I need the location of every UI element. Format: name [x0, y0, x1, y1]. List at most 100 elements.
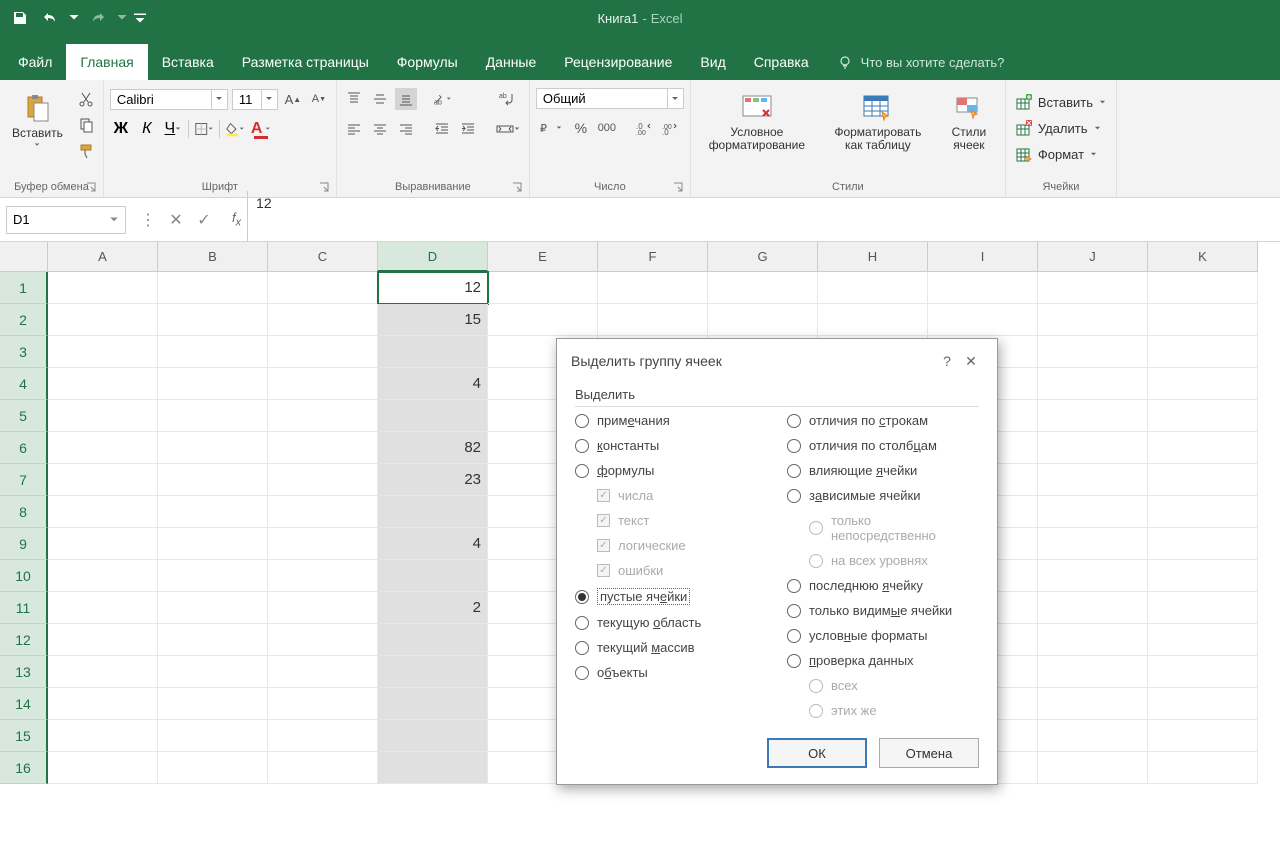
radio-region[interactable]: текущую область — [575, 615, 767, 630]
name-box[interactable]: D1 — [6, 206, 126, 234]
cell-I2[interactable] — [928, 304, 1038, 336]
row-header-3[interactable]: 3 — [0, 336, 48, 368]
cell-A8[interactable] — [48, 496, 158, 528]
tab-view[interactable]: Вид — [686, 44, 739, 80]
formula-bar[interactable]: 12 — [247, 191, 1280, 249]
cell-A7[interactable] — [48, 464, 158, 496]
cell-D5[interactable] — [378, 400, 488, 432]
cell-C15[interactable] — [268, 720, 378, 752]
tab-formulas[interactable]: Формулы — [383, 44, 472, 80]
row-header-4[interactable]: 4 — [0, 368, 48, 400]
cell-D9[interactable]: 4 — [378, 528, 488, 560]
cell-D6[interactable]: 82 — [378, 432, 488, 464]
ok-button[interactable]: ОК — [767, 738, 867, 768]
cell-K1[interactable] — [1148, 272, 1258, 304]
cell-B6[interactable] — [158, 432, 268, 464]
row-header-16[interactable]: 16 — [0, 752, 48, 784]
cell-K12[interactable] — [1148, 624, 1258, 656]
column-header-B[interactable]: B — [158, 242, 268, 272]
dialog-launcher-icon[interactable] — [85, 181, 97, 193]
cell-J15[interactable] — [1038, 720, 1148, 752]
row-header-13[interactable]: 13 — [0, 656, 48, 688]
save-icon[interactable] — [8, 6, 32, 30]
cut-icon[interactable] — [75, 88, 97, 110]
cell-B11[interactable] — [158, 592, 268, 624]
chevron-down-icon[interactable] — [261, 90, 277, 109]
row-header-2[interactable]: 2 — [0, 304, 48, 336]
number-format-input[interactable] — [537, 89, 667, 108]
cell-C12[interactable] — [268, 624, 378, 656]
functions-dropdown-icon[interactable]: ⋮ — [136, 208, 160, 232]
row-header-6[interactable]: 6 — [0, 432, 48, 464]
cell-H2[interactable] — [818, 304, 928, 336]
cell-D3[interactable] — [378, 336, 488, 368]
cell-E2[interactable] — [488, 304, 598, 336]
accounting-format-icon[interactable]: ₽ — [536, 117, 566, 139]
row-header-5[interactable]: 5 — [0, 400, 48, 432]
cell-B12[interactable] — [158, 624, 268, 656]
cell-C9[interactable] — [268, 528, 378, 560]
enter-formula-icon[interactable]: ✓ — [192, 208, 216, 232]
cell-A2[interactable] — [48, 304, 158, 336]
cell-K15[interactable] — [1148, 720, 1258, 752]
decrease-font-icon[interactable]: A▼ — [308, 88, 330, 110]
align-bottom-icon[interactable] — [395, 88, 417, 110]
cell-J6[interactable] — [1038, 432, 1148, 464]
cell-D1[interactable]: 12 — [378, 272, 488, 304]
insert-cells-button[interactable]: Вставить — [1012, 92, 1110, 112]
redo-dropdown-icon[interactable] — [116, 6, 128, 30]
undo-dropdown-icon[interactable] — [68, 6, 80, 30]
radio-notes[interactable]: примечания — [575, 413, 767, 428]
radio-condfmt[interactable]: условные форматы — [787, 628, 979, 643]
cell-A12[interactable] — [48, 624, 158, 656]
font-size-input[interactable] — [233, 90, 261, 109]
column-header-E[interactable]: E — [488, 242, 598, 272]
cell-K4[interactable] — [1148, 368, 1258, 400]
column-header-D[interactable]: D — [378, 242, 488, 272]
cell-A3[interactable] — [48, 336, 158, 368]
tab-home[interactable]: Главная — [66, 44, 147, 80]
merge-center-icon[interactable] — [493, 118, 523, 140]
cell-B4[interactable] — [158, 368, 268, 400]
tab-page-layout[interactable]: Разметка страницы — [228, 44, 383, 80]
cell-B9[interactable] — [158, 528, 268, 560]
cell-B14[interactable] — [158, 688, 268, 720]
cell-J9[interactable] — [1038, 528, 1148, 560]
cell-J7[interactable] — [1038, 464, 1148, 496]
radio-constants[interactable]: константы — [575, 438, 767, 453]
cell-K5[interactable] — [1148, 400, 1258, 432]
cell-B13[interactable] — [158, 656, 268, 688]
cell-D14[interactable] — [378, 688, 488, 720]
increase-decimal-icon[interactable]: .0.00 — [634, 117, 656, 139]
cell-F1[interactable] — [598, 272, 708, 304]
cell-F2[interactable] — [598, 304, 708, 336]
cell-C7[interactable] — [268, 464, 378, 496]
cell-K6[interactable] — [1148, 432, 1258, 464]
close-icon[interactable]: ✕ — [959, 349, 983, 373]
cell-A6[interactable] — [48, 432, 158, 464]
cell-K11[interactable] — [1148, 592, 1258, 624]
column-header-G[interactable]: G — [708, 242, 818, 272]
cell-A15[interactable] — [48, 720, 158, 752]
format-painter-icon[interactable] — [75, 140, 97, 162]
cancel-formula-icon[interactable]: ✕ — [164, 208, 188, 232]
cell-A9[interactable] — [48, 528, 158, 560]
cell-B3[interactable] — [158, 336, 268, 368]
increase-font-icon[interactable]: A▲ — [282, 88, 304, 110]
cell-G1[interactable] — [708, 272, 818, 304]
row-header-11[interactable]: 11 — [0, 592, 48, 624]
cell-C1[interactable] — [268, 272, 378, 304]
column-header-I[interactable]: I — [928, 242, 1038, 272]
column-header-A[interactable]: A — [48, 242, 158, 272]
column-header-C[interactable]: C — [268, 242, 378, 272]
radio-prec[interactable]: влияющие ячейки — [787, 463, 979, 478]
comma-style-icon[interactable]: 000 — [596, 117, 618, 139]
cell-J14[interactable] — [1038, 688, 1148, 720]
row-header-9[interactable]: 9 — [0, 528, 48, 560]
conditional-formatting-button[interactable]: Условное форматирование — [697, 88, 817, 156]
delete-cells-button[interactable]: Удалить — [1012, 118, 1105, 138]
cell-K8[interactable] — [1148, 496, 1258, 528]
cell-B2[interactable] — [158, 304, 268, 336]
cell-B7[interactable] — [158, 464, 268, 496]
chevron-down-icon[interactable] — [211, 90, 227, 109]
